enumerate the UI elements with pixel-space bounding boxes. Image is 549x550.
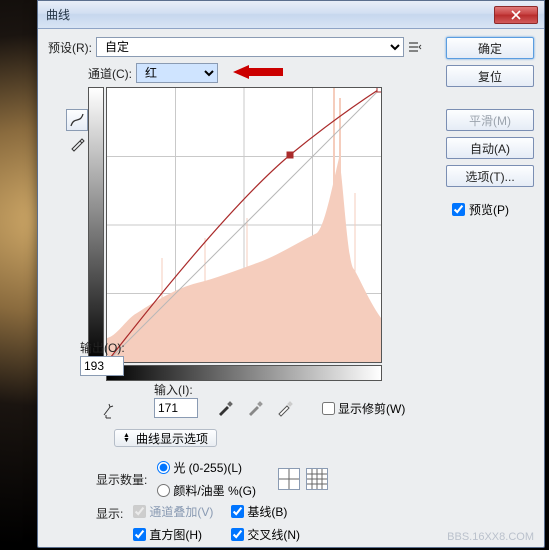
overlay-checkbox[interactable] <box>133 505 146 518</box>
hist-label: 直方图(H) <box>149 526 202 543</box>
watermark-text: BBS.16XX8.COM <box>447 531 534 543</box>
curve-plot[interactable] <box>106 87 382 363</box>
show-label: 显示: <box>96 505 123 522</box>
show-clipping-checkbox[interactable] <box>322 402 335 415</box>
preset-label: 预设(R): <box>48 39 92 56</box>
preset-menu-icon[interactable] <box>408 40 422 54</box>
preset-select[interactable]: 自定 <box>96 37 404 57</box>
titlebar[interactable]: 曲线 <box>38 1 544 29</box>
grid-fine-button[interactable] <box>306 468 328 490</box>
intersect-checkbox[interactable] <box>231 528 244 541</box>
white-point-eyedropper-icon[interactable] <box>274 397 296 419</box>
intersect-label: 交叉线(N) <box>247 526 300 543</box>
options-button[interactable]: 选项(T)... <box>446 165 534 187</box>
ink-radio[interactable] <box>157 484 170 497</box>
channel-label: 通道(C): <box>88 65 132 82</box>
output-gradient <box>88 87 104 363</box>
close-button[interactable] <box>494 6 538 24</box>
annotation-arrow-icon <box>233 65 283 79</box>
reset-button[interactable]: 复位 <box>446 65 534 87</box>
light-label: 光 (0-255)(L) <box>173 459 242 476</box>
overlay-label: 通道叠加(V) <box>149 503 213 520</box>
auto-button[interactable]: 自动(A) <box>446 137 534 159</box>
output-label: 输出(O): <box>80 339 125 356</box>
input-label: 输入(I): <box>154 381 198 398</box>
light-radio[interactable] <box>157 461 170 474</box>
display-options-disclosure[interactable]: ▲▼ 曲线显示选项 <box>114 429 217 447</box>
baseline-checkbox[interactable] <box>231 505 244 518</box>
ink-label: 颜料/油墨 %(G) <box>173 482 256 499</box>
gray-point-eyedropper-icon[interactable] <box>244 397 266 419</box>
hist-checkbox[interactable] <box>133 528 146 541</box>
ok-button[interactable]: 确定 <box>446 37 534 59</box>
pencil-tool-icon[interactable] <box>66 133 88 155</box>
title-text: 曲线 <box>44 6 494 23</box>
curve-tool-icon[interactable] <box>66 109 88 131</box>
amount-label: 显示数量: <box>96 471 147 488</box>
input-gradient[interactable] <box>106 365 382 381</box>
preview-label: 预览(P) <box>469 201 509 218</box>
baseline-label: 基线(B) <box>247 503 287 520</box>
grid-coarse-button[interactable] <box>278 468 300 490</box>
preview-checkbox[interactable] <box>452 203 465 216</box>
point-sample-tool-icon[interactable] <box>100 399 122 424</box>
black-point-eyedropper-icon[interactable] <box>214 397 236 419</box>
output-value[interactable] <box>80 356 124 376</box>
disclosure-label: 曲线显示选项 <box>136 430 208 447</box>
smooth-button[interactable]: 平滑(M) <box>446 109 534 131</box>
input-value[interactable] <box>154 398 198 418</box>
channel-select[interactable]: 红 <box>136 63 218 83</box>
disclosure-arrows-icon: ▲▼ <box>123 433 130 443</box>
show-clipping-label: 显示修剪(W) <box>338 400 405 417</box>
curves-dialog: 曲线 预设(R): 自定 通道(C): 红 <box>37 0 545 548</box>
